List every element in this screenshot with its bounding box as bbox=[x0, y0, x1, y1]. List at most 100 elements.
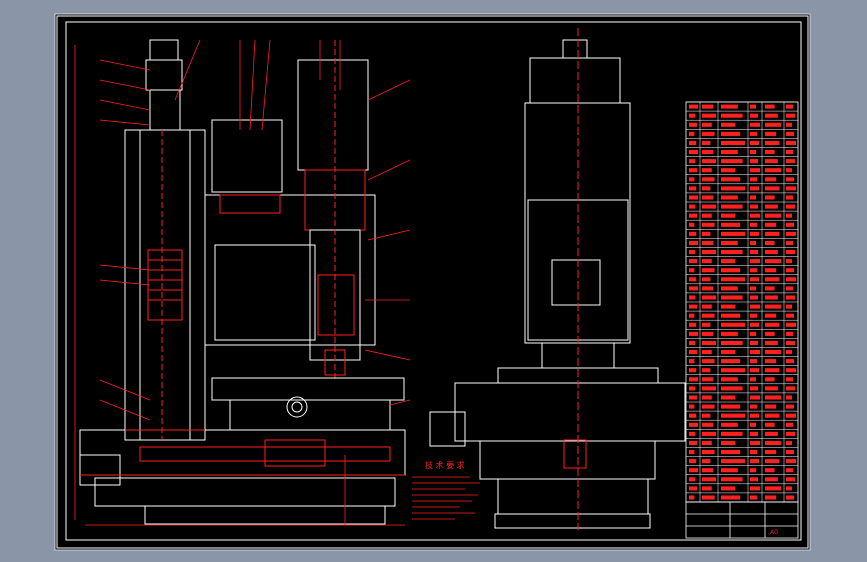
parts-list-entry bbox=[765, 131, 777, 136]
parts-list-entry bbox=[702, 304, 712, 309]
parts-list-entry bbox=[721, 386, 743, 391]
parts-list-entry bbox=[765, 159, 778, 164]
parts-list-entry bbox=[786, 395, 792, 400]
parts-list-entry bbox=[721, 168, 736, 173]
parts-list-entry bbox=[765, 150, 775, 155]
parts-list-entry bbox=[702, 477, 716, 482]
parts-list-entry bbox=[721, 395, 736, 400]
parts-list-entry bbox=[721, 304, 736, 309]
parts-list-entry bbox=[786, 250, 795, 255]
parts-list-entry bbox=[750, 177, 757, 182]
parts-list-entry bbox=[702, 368, 711, 373]
parts-list-entry bbox=[689, 377, 698, 382]
parts-list-entry bbox=[750, 422, 756, 427]
parts-list-entry bbox=[689, 340, 696, 345]
parts-list-entry bbox=[689, 213, 698, 218]
parts-list-entry bbox=[786, 331, 793, 336]
parts-list-entry bbox=[702, 440, 712, 445]
parts-list-entry bbox=[750, 331, 756, 336]
parts-list-entry bbox=[786, 140, 796, 145]
parts-list-entry bbox=[750, 431, 758, 436]
parts-list-entry bbox=[721, 195, 738, 200]
parts-list-entry bbox=[721, 295, 743, 300]
parts-list-entry bbox=[721, 450, 741, 455]
parts-list-entry bbox=[750, 350, 760, 355]
parts-list-entry bbox=[786, 340, 795, 345]
parts-list-entry bbox=[689, 395, 698, 400]
parts-list-entry bbox=[689, 413, 697, 418]
parts-list-entry bbox=[689, 286, 698, 291]
parts-list-entry bbox=[721, 159, 743, 164]
parts-list-entry bbox=[765, 240, 775, 245]
parts-list-entry bbox=[702, 231, 711, 236]
parts-list-entry bbox=[750, 168, 760, 173]
parts-list-entry bbox=[786, 168, 792, 173]
parts-list-entry bbox=[786, 240, 793, 245]
parts-list-entry bbox=[765, 368, 780, 373]
parts-list-entry bbox=[786, 268, 794, 273]
parts-list-entry bbox=[721, 150, 738, 155]
parts-list-entry bbox=[786, 368, 796, 373]
parts-list-entry bbox=[689, 259, 698, 264]
parts-list-entry bbox=[702, 450, 715, 455]
parts-list-entry bbox=[689, 222, 695, 227]
parts-list-entry bbox=[702, 395, 712, 400]
parts-list-entry bbox=[750, 259, 760, 264]
parts-list-entry bbox=[765, 331, 775, 336]
parts-list-entry bbox=[721, 468, 738, 473]
parts-list-entry bbox=[786, 259, 792, 264]
parts-list-entry bbox=[750, 159, 758, 164]
parts-list-entry bbox=[786, 122, 792, 127]
parts-list-entry bbox=[786, 150, 793, 155]
parts-list-entry bbox=[689, 250, 696, 255]
parts-list-entry bbox=[702, 268, 715, 273]
parts-list-entry bbox=[721, 340, 743, 345]
parts-list-entry bbox=[750, 195, 756, 200]
parts-list-entry bbox=[750, 386, 758, 391]
parts-list-entry bbox=[765, 422, 775, 427]
parts-list-entry bbox=[786, 222, 794, 227]
parts-list-entry bbox=[750, 204, 758, 209]
parts-list-entry bbox=[750, 104, 756, 109]
parts-list-entry bbox=[750, 286, 756, 291]
parts-list-entry bbox=[721, 322, 745, 327]
parts-list-entry bbox=[765, 377, 775, 382]
parts-list-entry bbox=[689, 277, 697, 282]
parts-list-entry bbox=[750, 250, 758, 255]
parts-list-entry bbox=[750, 140, 759, 145]
parts-list-entry bbox=[721, 113, 743, 118]
parts-list-entry bbox=[750, 131, 757, 136]
parts-list-entry bbox=[721, 377, 738, 382]
parts-list-entry bbox=[689, 450, 695, 455]
parts-list-entry bbox=[702, 422, 714, 427]
parts-list-entry bbox=[786, 440, 792, 445]
parts-list-entry bbox=[721, 368, 745, 373]
parts-list-entry bbox=[702, 113, 716, 118]
parts-list-entry bbox=[765, 477, 778, 482]
parts-list-entry bbox=[702, 359, 715, 364]
cad-drawing-canvas[interactable]: 技 术 要 求 A0 bbox=[0, 0, 867, 562]
parts-list-entry bbox=[689, 168, 698, 173]
parts-list-entry bbox=[689, 186, 697, 191]
parts-list-entry bbox=[702, 122, 712, 127]
parts-list-entry bbox=[689, 150, 698, 155]
parts-list-entry bbox=[786, 477, 795, 482]
parts-list-entry bbox=[721, 422, 738, 427]
parts-list-entry bbox=[765, 386, 778, 391]
parts-list-entry bbox=[702, 350, 712, 355]
parts-list-entry bbox=[786, 204, 795, 209]
parts-list-entry bbox=[702, 131, 715, 136]
parts-list-entry bbox=[765, 268, 777, 273]
parts-list-entry bbox=[750, 268, 757, 273]
parts-list-entry bbox=[721, 204, 743, 209]
parts-list-entry bbox=[721, 413, 745, 418]
parts-list-entry bbox=[702, 386, 716, 391]
parts-list-entry bbox=[689, 386, 696, 391]
parts-list-entry bbox=[765, 404, 777, 409]
parts-list-entry bbox=[750, 486, 760, 491]
parts-list-entry bbox=[750, 150, 756, 155]
parts-list-entry bbox=[750, 459, 759, 464]
parts-list-entry bbox=[786, 104, 793, 109]
parts-list-entry bbox=[750, 277, 759, 282]
parts-list-entry bbox=[750, 340, 758, 345]
